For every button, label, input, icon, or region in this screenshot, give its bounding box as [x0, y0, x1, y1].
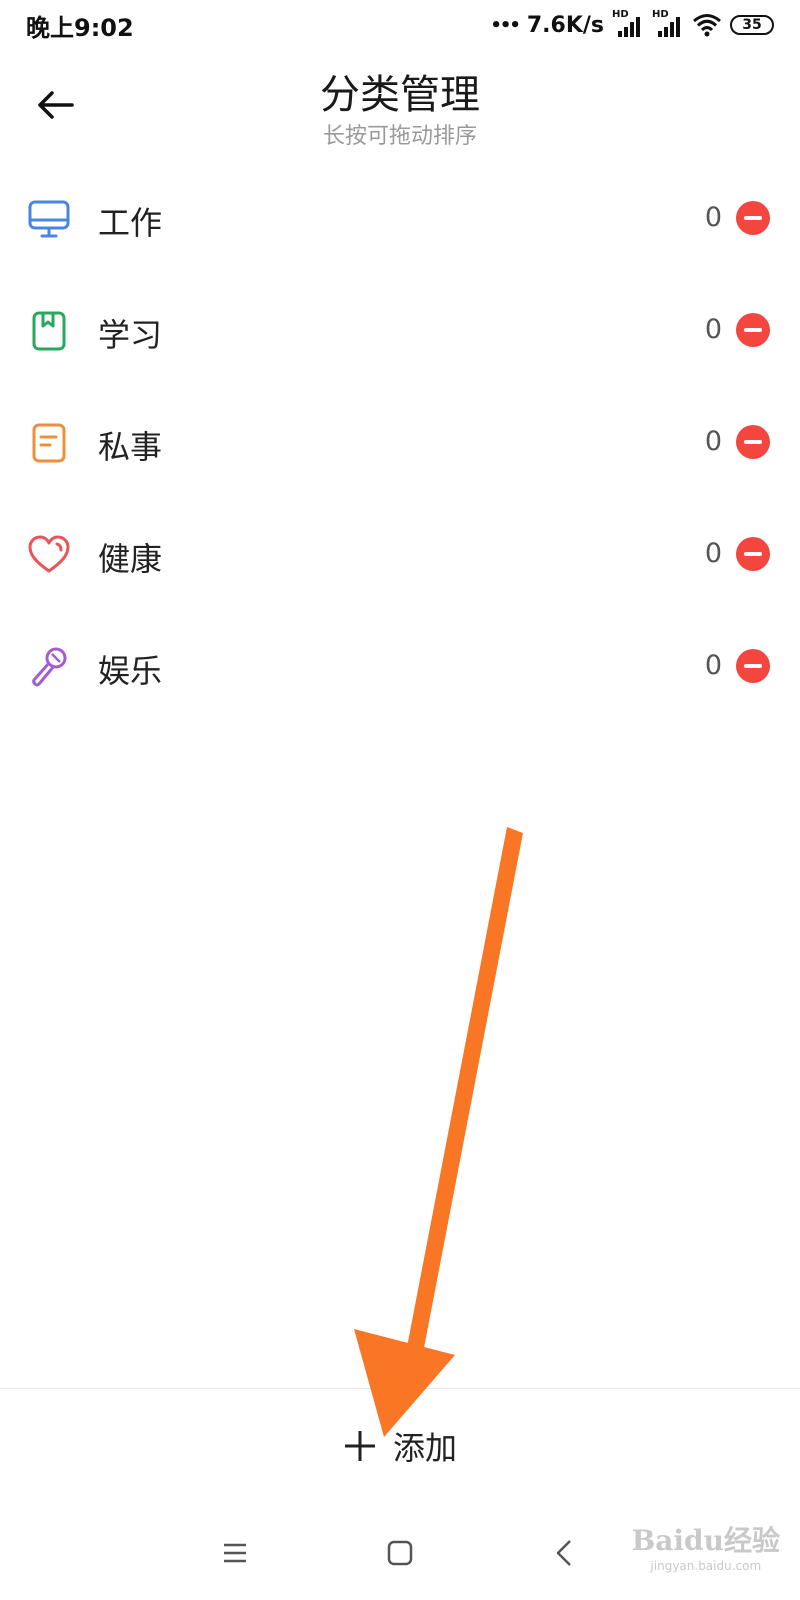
category-name: 私事 — [98, 428, 163, 466]
remove-button[interactable] — [736, 649, 770, 683]
system-nav-bar: Baidu经验 jingyan.baidu.com — [0, 1503, 800, 1600]
status-time: 晚上9:02 — [26, 14, 134, 42]
category-row-study[interactable]: 学习 0 — [0, 276, 800, 388]
category-count: 0 — [704, 314, 722, 345]
minus-icon — [744, 440, 762, 444]
add-category-bar: 添加 — [0, 1388, 800, 1504]
minus-icon — [744, 664, 762, 668]
category-count: 0 — [704, 202, 722, 233]
chevron-left-icon — [556, 1540, 571, 1566]
battery-level: 35 — [742, 17, 762, 33]
add-label: 添加 — [392, 1429, 457, 1467]
status-bar: 晚上9:02 ••• 7.6K/s HD HD 35 — [0, 0, 800, 50]
menu-icon — [224, 1543, 246, 1563]
category-name: 健康 — [98, 540, 163, 578]
category-list: 工作 0 学习 0 私事 0 健康 0 娱乐 0 — [0, 164, 800, 724]
more-dots-icon: ••• — [490, 14, 520, 36]
status-indicators: ••• 7.6K/s HD HD 35 — [490, 9, 774, 40]
watermark-url: jingyan.baidu.com — [650, 1559, 762, 1573]
page-subtitle: 长按可拖动排序 — [322, 124, 477, 149]
wifi-icon — [693, 14, 721, 37]
minus-icon — [744, 216, 762, 220]
category-row-work[interactable]: 工作 0 — [0, 164, 800, 276]
category-name: 工作 — [98, 204, 163, 242]
remove-button[interactable] — [736, 425, 770, 459]
baidu-jingyan-watermark: Baidu经验 jingyan.baidu.com — [632, 1519, 780, 1573]
category-name: 娱乐 — [98, 652, 163, 690]
category-name: 学习 — [98, 316, 163, 354]
battery-icon: 35 — [730, 15, 774, 35]
home-button[interactable] — [378, 1531, 422, 1575]
menu-button[interactable] — [213, 1531, 257, 1575]
remove-button[interactable] — [736, 201, 770, 235]
category-row-personal[interactable]: 私事 0 — [0, 388, 800, 500]
network-speed: 7.6K/s — [526, 12, 604, 38]
remove-button[interactable] — [736, 313, 770, 347]
signal-icon: HD — [612, 9, 644, 37]
home-square-icon — [387, 1540, 413, 1566]
note-icon — [32, 423, 66, 463]
plus-icon — [344, 1431, 375, 1461]
category-row-health[interactable]: 健康 0 — [0, 500, 800, 612]
category-count: 0 — [704, 426, 722, 457]
minus-icon — [744, 552, 762, 556]
category-count: 0 — [704, 538, 722, 569]
remove-button[interactable] — [736, 537, 770, 571]
microphone-icon — [32, 647, 67, 687]
watermark-logo: Baidu经验 — [631, 1524, 780, 1557]
monitor-icon — [28, 200, 70, 238]
add-category-button[interactable]: 添加 — [343, 1423, 457, 1469]
heart-icon — [28, 535, 70, 573]
page-title: 分类管理 — [320, 72, 480, 118]
category-count: 0 — [704, 650, 722, 681]
signal-icon-2: HD — [652, 9, 684, 37]
minus-icon — [744, 328, 762, 332]
category-row-entertainment[interactable]: 娱乐 0 — [0, 612, 800, 724]
bookmark-book-icon — [32, 311, 66, 351]
back-nav-button[interactable] — [542, 1531, 586, 1575]
